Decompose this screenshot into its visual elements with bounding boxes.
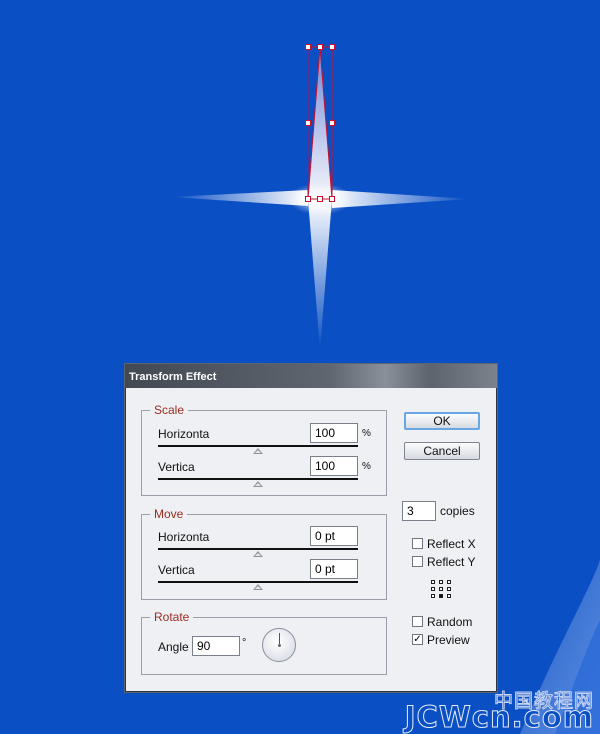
ref-point-bottom-left[interactable] <box>431 594 435 598</box>
star-ray-up <box>308 47 332 199</box>
angle-label: Angle <box>158 640 189 654</box>
ref-point-top-left[interactable] <box>431 580 435 584</box>
reflect-x-checkbox[interactable] <box>412 538 423 549</box>
preview-checkbox[interactable]: ✓ <box>412 634 423 645</box>
scale-group: Scale Horizonta 100 % Vertica 100 % <box>141 403 387 496</box>
ref-point-bottom-center[interactable] <box>439 594 443 598</box>
ref-point-middle-center[interactable] <box>439 587 443 591</box>
move-vertical-input[interactable]: 0 pt <box>310 559 358 579</box>
scale-vertical-slider-thumb[interactable] <box>253 481 263 487</box>
move-horizontal-label: Horizonta <box>158 530 210 544</box>
rotate-group: Rotate Angle 90 ° <box>141 610 387 675</box>
scale-legend: Scale <box>150 403 189 417</box>
copies-label: copies <box>440 504 475 518</box>
reference-point-locator[interactable] <box>431 580 451 598</box>
watermark-brand: JCWcn.com <box>404 700 594 734</box>
reflect-x-label[interactable]: Reflect X <box>427 537 476 551</box>
move-vertical-label: Vertica <box>158 563 195 577</box>
ref-point-bottom-right[interactable] <box>447 594 451 598</box>
ref-point-top-center[interactable] <box>439 580 443 584</box>
ref-point-top-right[interactable] <box>447 580 451 584</box>
angle-dial[interactable] <box>262 628 296 662</box>
copies-input[interactable]: 3 <box>402 501 436 521</box>
scale-vertical-slider-track[interactable] <box>158 478 358 480</box>
reflect-y-label[interactable]: Reflect Y <box>427 555 475 569</box>
move-legend: Move <box>150 507 188 521</box>
move-vertical-slider-track[interactable] <box>158 581 358 583</box>
angle-dial-hub <box>278 644 281 647</box>
star-ray-right <box>332 190 470 208</box>
scale-horizontal-label: Horizonta <box>158 427 210 441</box>
ref-point-middle-left[interactable] <box>431 587 435 591</box>
random-checkbox[interactable] <box>412 616 423 627</box>
move-horizontal-slider-track[interactable] <box>158 548 358 550</box>
rotate-legend: Rotate <box>150 610 194 624</box>
move-horizontal-input[interactable]: 0 pt <box>310 526 358 546</box>
scale-horizontal-unit: % <box>362 428 371 439</box>
angle-input[interactable]: 90 <box>192 636 240 656</box>
reflect-y-checkbox[interactable] <box>412 556 423 567</box>
angle-unit: ° <box>242 637 247 649</box>
scale-horizontal-slider-thumb[interactable] <box>253 448 263 454</box>
scale-vertical-input[interactable]: 100 <box>310 456 358 476</box>
scale-vertical-label: Vertica <box>158 460 195 474</box>
ok-button[interactable]: OK <box>404 412 480 430</box>
cancel-button[interactable]: Cancel <box>404 442 480 460</box>
scale-horizontal-slider-track[interactable] <box>158 445 358 447</box>
dialog-title[interactable]: Transform Effect <box>125 364 497 388</box>
star-ray-down <box>308 199 332 350</box>
move-horizontal-slider-thumb[interactable] <box>253 551 263 557</box>
ref-point-middle-right[interactable] <box>447 587 451 591</box>
random-label[interactable]: Random <box>427 615 472 629</box>
star-ray-left <box>170 190 308 206</box>
scale-horizontal-input[interactable]: 100 <box>310 423 358 443</box>
transform-effect-dialog: Transform Effect Scale Horizonta 100 % V… <box>124 363 498 693</box>
move-group: Move Horizonta 0 pt Vertica 0 pt <box>141 507 387 600</box>
scale-vertical-unit: % <box>362 461 371 472</box>
preview-label[interactable]: Preview <box>427 633 470 647</box>
move-vertical-slider-thumb[interactable] <box>253 584 263 590</box>
